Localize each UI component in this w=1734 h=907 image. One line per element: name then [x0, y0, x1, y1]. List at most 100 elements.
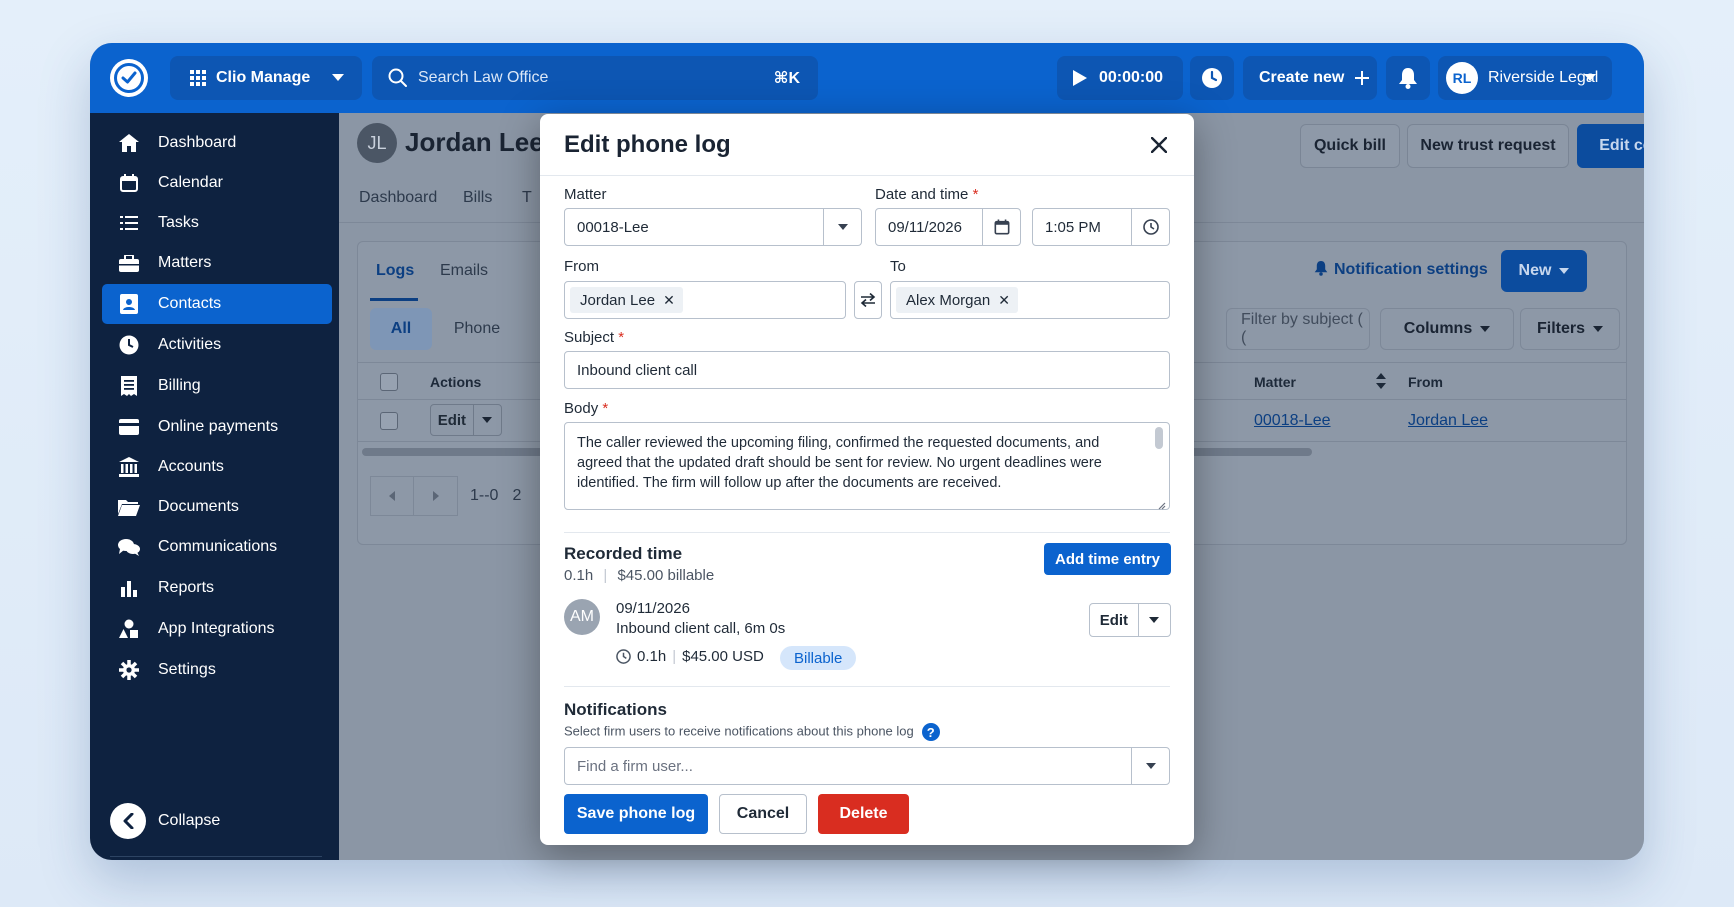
section-divider — [564, 532, 1170, 533]
time-input[interactable]: 1:05 PM — [1032, 208, 1170, 246]
clock-icon[interactable] — [1131, 209, 1169, 245]
sidebar-item-tasks[interactable]: Tasks — [102, 203, 332, 243]
user-menu-button[interactable]: RL Riverside Legal — [1438, 56, 1612, 100]
clio-logo-icon[interactable] — [110, 59, 148, 97]
sidebar-item-reports[interactable]: Reports — [102, 568, 332, 608]
subject-input[interactable]: Inbound client call — [564, 351, 1170, 389]
firm-user-search-input[interactable]: Find a firm user... — [564, 747, 1170, 785]
billable-badge: Billable — [780, 646, 857, 670]
sidebar-item-documents[interactable]: Documents — [102, 487, 332, 527]
grid-icon — [190, 70, 206, 86]
time-history-button[interactable] — [1190, 56, 1234, 100]
notifications-button[interactable] — [1386, 56, 1430, 100]
chevron-down-icon — [1131, 748, 1169, 784]
new-trust-request-button[interactable]: New trust request — [1407, 124, 1569, 168]
quick-bill-button[interactable]: Quick bill — [1300, 124, 1400, 168]
calendar-icon[interactable] — [982, 209, 1020, 245]
sidebar-item-communications[interactable]: Communications — [102, 527, 332, 567]
sidebar-item-dashboard[interactable]: Dashboard — [102, 123, 332, 163]
sort-icon[interactable] — [1376, 373, 1386, 389]
col-matter[interactable]: Matter — [1254, 374, 1296, 390]
contact-avatar: JL — [357, 123, 397, 163]
entry-edit-split-button[interactable]: Edit — [1089, 603, 1171, 637]
app-switcher-button[interactable]: Clio Manage — [170, 56, 362, 100]
body-textarea[interactable]: The caller reviewed the upcoming filing,… — [564, 422, 1170, 510]
entry-edit-label[interactable]: Edit — [1090, 604, 1139, 636]
close-icon[interactable] — [1146, 132, 1172, 158]
sidebar-item-billing[interactable]: Billing — [102, 366, 332, 406]
filter-by-subject-input[interactable]: Filter by subject ( ( — [1226, 308, 1370, 350]
matter-value: 00018-Lee — [577, 218, 649, 236]
body-label: Body * — [564, 400, 609, 417]
date-input[interactable]: 09/11/2026 — [875, 208, 1021, 246]
sidebar-item-label: Tasks — [158, 214, 199, 231]
resize-handle-icon[interactable] — [1156, 496, 1166, 510]
date-time-label: Date and time * — [875, 186, 979, 203]
matter-select[interactable]: 00018-Lee — [564, 208, 862, 246]
sidebar-item-contacts[interactable]: Contacts — [102, 284, 332, 324]
collapse-label: Collapse — [158, 812, 221, 829]
filter-phone-pill[interactable]: Phone — [432, 308, 522, 350]
from-input[interactable]: Jordan Lee ✕ — [564, 281, 846, 319]
subtab-emails[interactable]: Emails — [440, 262, 488, 280]
row-from-link[interactable]: Jordan Lee — [1408, 412, 1488, 430]
save-phone-log-button[interactable]: Save phone log — [564, 794, 708, 834]
to-input[interactable]: Alex Morgan ✕ — [890, 281, 1170, 319]
sidebar-item-label: Contacts — [158, 295, 222, 312]
sidebar-item-label: Documents — [158, 498, 239, 515]
sidebar-item-matters[interactable]: Matters — [102, 243, 332, 283]
timer-button[interactable]: 00:00:00 — [1057, 56, 1183, 100]
row-edit-split-button[interactable]: Edit — [430, 404, 502, 436]
subtab-logs[interactable]: Logs — [376, 262, 414, 280]
delete-button[interactable]: Delete — [818, 794, 909, 834]
sidebar-item-label: App Integrations — [158, 620, 275, 637]
new-log-button[interactable]: New — [1501, 250, 1587, 292]
chevron-down-icon — [332, 74, 344, 82]
global-search-input[interactable]: Search Law Office ⌘K — [372, 56, 818, 100]
remove-icon[interactable]: ✕ — [998, 292, 1010, 309]
add-time-entry-button[interactable]: Add time entry — [1044, 543, 1171, 575]
sidebar-item-label: Online payments — [158, 418, 279, 435]
swap-from-to-button[interactable] — [854, 281, 882, 319]
sidebar-item-calendar[interactable]: Calendar — [102, 163, 332, 203]
tab-dashboard[interactable]: Dashboard — [359, 189, 437, 207]
tab-truncated[interactable]: T — [522, 189, 532, 207]
help-icon[interactable]: ? — [921, 723, 940, 741]
filter-all-pill[interactable]: All — [370, 308, 432, 350]
tab-bills[interactable]: Bills — [463, 189, 492, 207]
date-value: 09/11/2026 — [888, 218, 962, 236]
active-tab-indicator — [370, 298, 418, 301]
remove-icon[interactable]: ✕ — [663, 292, 675, 309]
notifications-desc-text: Select firm users to receive notificatio… — [564, 723, 914, 739]
sidebar-item-settings[interactable]: Settings — [102, 650, 332, 690]
modal-header: Edit phone log — [540, 114, 1194, 176]
chat-bubbles-icon — [118, 536, 140, 558]
sidebar: Dashboard Calendar Tasks Matters Contact… — [90, 113, 339, 860]
filters-button[interactable]: Filters — [1520, 308, 1620, 350]
columns-button[interactable]: Columns — [1380, 308, 1514, 350]
cancel-button[interactable]: Cancel — [719, 794, 807, 834]
edit-contact-button[interactable]: Edit contact — [1577, 124, 1644, 168]
columns-label: Columns — [1403, 320, 1473, 337]
chevron-down-icon[interactable] — [1139, 604, 1170, 636]
pager-range: 1--0 — [470, 487, 499, 504]
from-label: From — [564, 258, 599, 275]
entry-description: Inbound client call, 6m 0s — [616, 620, 786, 637]
notification-settings-link[interactable]: Notification settings — [1314, 260, 1488, 281]
sidebar-item-online-payments[interactable]: Online payments — [102, 407, 332, 447]
select-all-checkbox[interactable] — [380, 373, 398, 391]
sidebar-item-app-integrations[interactable]: App Integrations — [102, 609, 332, 649]
sidebar-item-activities[interactable]: Activities — [102, 325, 332, 365]
row-edit-label: Edit — [431, 405, 474, 435]
search-shortcut: ⌘K — [773, 70, 800, 87]
row-matter-link[interactable]: 00018-Lee — [1254, 412, 1331, 430]
row-checkbox[interactable] — [380, 412, 398, 430]
collapse-sidebar-button[interactable]: Collapse — [110, 803, 220, 839]
filters-label: Filters — [1536, 320, 1585, 337]
sidebar-item-accounts[interactable]: Accounts — [102, 447, 332, 487]
next-page-button[interactable] — [414, 476, 458, 516]
prev-page-button[interactable] — [370, 476, 414, 516]
textarea-scrollbar[interactable] — [1155, 427, 1163, 449]
user-avatar: RL — [1446, 62, 1478, 94]
create-new-button[interactable]: Create new — [1243, 56, 1377, 100]
